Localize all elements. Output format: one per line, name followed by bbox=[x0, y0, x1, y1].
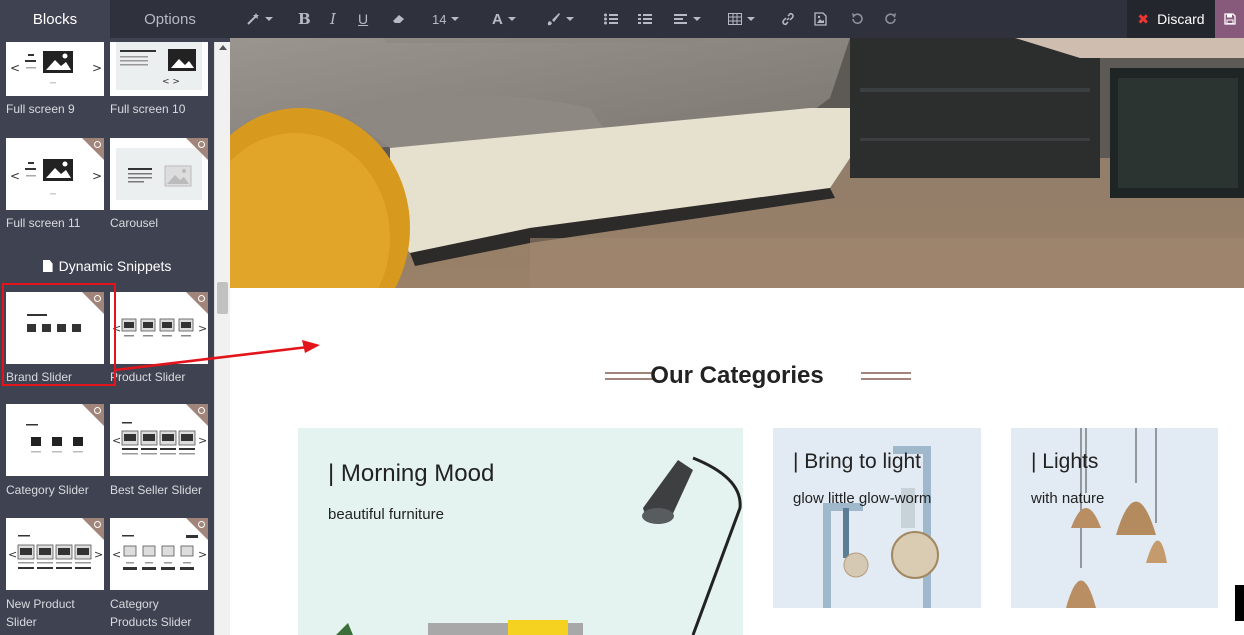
premium-badge bbox=[186, 138, 208, 160]
sidebar-tabs: Blocks Options bbox=[0, 0, 230, 38]
editor-sidebar: Blocks Options < > < > Full screen 9 Ful… bbox=[0, 0, 230, 635]
svg-text:<: < bbox=[112, 548, 121, 561]
save-icon bbox=[1223, 13, 1236, 25]
sidebar-scrollbar[interactable] bbox=[214, 42, 230, 635]
block-thumb-category-slider[interactable] bbox=[6, 404, 104, 476]
file-icon bbox=[42, 260, 53, 272]
section-heading-dynamic-snippets: Dynamic Snippets bbox=[0, 258, 214, 274]
premium-icon bbox=[94, 141, 101, 148]
redo-icon[interactable] bbox=[884, 0, 898, 38]
block-thumb-new-product-slider[interactable]: < > bbox=[6, 518, 104, 590]
premium-icon bbox=[198, 295, 205, 302]
premium-badge bbox=[186, 404, 208, 426]
ordered-list-icon[interactable] bbox=[638, 0, 652, 38]
magic-wand-icon[interactable] bbox=[246, 0, 273, 38]
block-thumb-category-products-slider[interactable]: < > bbox=[110, 518, 208, 590]
premium-icon bbox=[198, 521, 205, 528]
svg-text:<: < bbox=[112, 434, 121, 447]
italic-icon[interactable]: I bbox=[330, 0, 336, 38]
block-label: Full screen 10 bbox=[110, 102, 186, 116]
table-icon[interactable] bbox=[728, 0, 755, 38]
scroll-up-arrow-icon[interactable] bbox=[219, 45, 227, 50]
unordered-list-icon[interactable] bbox=[604, 0, 618, 38]
premium-badge bbox=[82, 404, 104, 426]
premium-badge bbox=[186, 292, 208, 314]
svg-text:>: > bbox=[92, 169, 102, 183]
align-icon[interactable] bbox=[674, 0, 701, 38]
block-thumb-product-slider[interactable]: < > bbox=[110, 292, 208, 364]
save-button[interactable] bbox=[1215, 0, 1244, 38]
block-thumb-full-screen-10[interactable]: < > bbox=[110, 42, 208, 96]
svg-text:<: < bbox=[10, 169, 20, 183]
paint-brush-icon[interactable] bbox=[546, 0, 574, 38]
premium-icon bbox=[94, 521, 101, 528]
svg-text:>: > bbox=[198, 322, 207, 335]
svg-text:>: > bbox=[198, 548, 207, 561]
scroll-thumb[interactable] bbox=[217, 282, 228, 314]
svg-text:< >: < > bbox=[162, 77, 180, 87]
svg-text:>: > bbox=[92, 61, 102, 75]
bold-icon[interactable]: B bbox=[298, 0, 311, 38]
block-thumb-full-screen-9[interactable]: < > bbox=[6, 42, 104, 96]
block-label: Category Products Slider bbox=[110, 597, 192, 629]
premium-badge bbox=[82, 518, 104, 540]
svg-text:<: < bbox=[10, 61, 20, 75]
categories-heading: Our Categories bbox=[650, 362, 824, 389]
block-label: Product Slider bbox=[110, 370, 186, 384]
block-thumb-full-screen-11[interactable]: < > bbox=[6, 138, 104, 210]
svg-text:>: > bbox=[198, 434, 207, 447]
svg-text:<: < bbox=[8, 548, 17, 561]
svg-text:>: > bbox=[94, 548, 103, 561]
floor-lamp-illustration bbox=[336, 456, 742, 635]
card-subtitle: glow little glow-worm bbox=[793, 490, 932, 507]
block-label: New Product Slider bbox=[6, 597, 75, 629]
premium-badge bbox=[186, 518, 208, 540]
website-editor: Blocks Options < > < > Full screen 9 Ful… bbox=[0, 0, 1244, 635]
card-title: | Bring to light bbox=[793, 450, 922, 473]
hero-image bbox=[230, 38, 1244, 288]
card-subtitle: with nature bbox=[1031, 490, 1105, 507]
discard-button[interactable]: ✖ Discard bbox=[1127, 0, 1215, 38]
underline-icon[interactable]: U bbox=[358, 0, 368, 38]
eraser-icon[interactable] bbox=[392, 0, 406, 38]
premium-badge bbox=[82, 138, 104, 160]
premium-icon bbox=[198, 407, 205, 414]
close-icon: ✖ bbox=[1137, 10, 1150, 27]
website-canvas: Our Categories | Morning Mood beautiful … bbox=[230, 38, 1244, 635]
font-size-dropdown[interactable]: 14 bbox=[432, 0, 460, 38]
selected-block-highlight bbox=[2, 283, 116, 386]
heading-decoration-right bbox=[861, 372, 911, 381]
block-label: Carousel bbox=[110, 216, 159, 230]
block-label: Best Seller Slider bbox=[110, 483, 203, 497]
editor-toolbar: B I U 14 A ✖ Discard bbox=[230, 0, 1244, 38]
font-color-icon[interactable]: A bbox=[492, 0, 516, 38]
text-cursor-block bbox=[1235, 585, 1244, 621]
category-card-bring-to-light[interactable]: | Bring to light glow little glow-worm bbox=[773, 428, 981, 608]
block-thumb-best-seller-slider[interactable]: < > bbox=[110, 404, 208, 476]
block-label: Category Slider bbox=[6, 483, 89, 497]
premium-icon bbox=[94, 407, 101, 414]
category-card-lights[interactable]: | Lights with nature bbox=[1011, 428, 1218, 608]
category-card-morning-mood[interactable]: | Morning Mood beautiful furniture bbox=[298, 428, 743, 635]
undo-icon[interactable] bbox=[850, 0, 864, 38]
tab-options[interactable]: Options bbox=[110, 0, 230, 38]
block-thumb-carousel[interactable] bbox=[110, 138, 208, 210]
premium-icon bbox=[198, 141, 205, 148]
card-title: | Lights bbox=[1031, 450, 1099, 473]
image-icon[interactable] bbox=[814, 0, 827, 38]
block-label: Full screen 9 bbox=[6, 102, 75, 116]
link-icon[interactable] bbox=[781, 0, 795, 38]
tab-blocks[interactable]: Blocks bbox=[0, 0, 110, 38]
block-label: Full screen 11 bbox=[6, 216, 81, 230]
